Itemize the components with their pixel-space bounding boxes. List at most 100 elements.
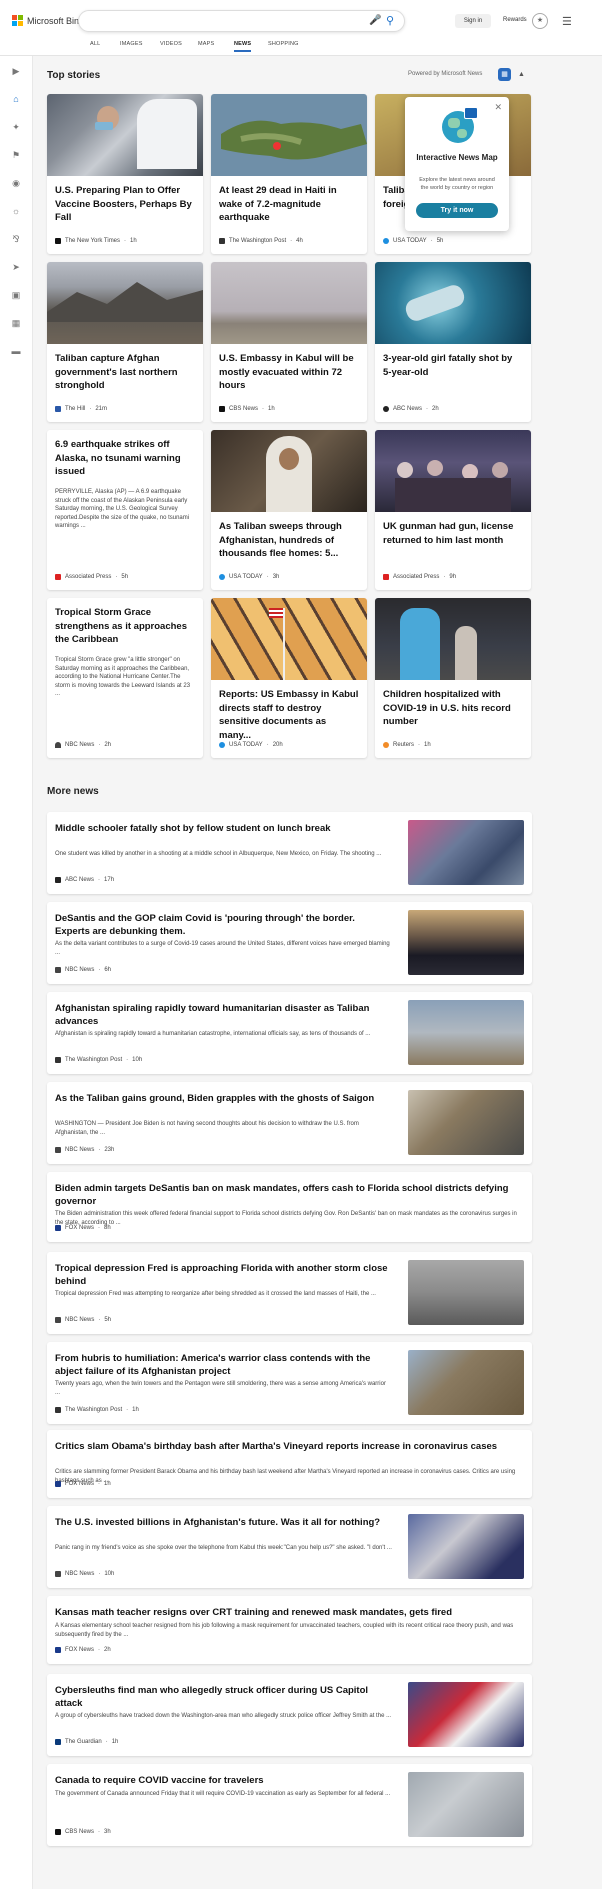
card-icon[interactable]: ▬ <box>10 346 22 356</box>
news-item-title[interactable]: As the Taliban gains ground, Biden grapp… <box>55 1092 392 1105</box>
flag-icon[interactable]: ⚑ <box>10 150 22 161</box>
news-item-image[interactable] <box>408 1682 524 1747</box>
rewards-link[interactable]: Rewards <box>503 17 527 23</box>
news-item-image[interactable] <box>408 910 524 975</box>
home-icon[interactable]: ⌂ <box>10 94 22 104</box>
story-image <box>211 598 367 680</box>
news-item-image[interactable] <box>408 1000 524 1065</box>
building-icon[interactable]: ▦ <box>10 318 22 329</box>
story-image <box>47 94 203 176</box>
news-list-item[interactable]: DeSantis and the GOP claim Covid is 'pou… <box>47 902 532 984</box>
story-card[interactable]: Reports: US Embassy in Kabul directs sta… <box>211 598 367 758</box>
news-list-item[interactable]: Critics slam Obama's birthday bash after… <box>47 1430 532 1498</box>
news-item-title[interactable]: Kansas math teacher resigns over CRT tra… <box>55 1606 520 1619</box>
story-image <box>47 262 203 344</box>
try-it-now-button[interactable]: Try it now <box>416 203 498 218</box>
globe-icon[interactable]: ☼ <box>10 206 22 216</box>
expand-chevron-icon[interactable]: ▶ <box>10 66 22 77</box>
globe-map-icon <box>442 107 478 143</box>
news-list-item[interactable]: Cybersleuths find man who allegedly stru… <box>47 1674 532 1756</box>
close-icon[interactable]: ✕ <box>494 102 502 113</box>
location-pin-icon[interactable]: ◉ <box>10 178 22 189</box>
news-item-title[interactable]: Cybersleuths find man who allegedly stru… <box>55 1684 392 1710</box>
news-item-title[interactable]: DeSantis and the GOP claim Covid is 'pou… <box>55 912 392 938</box>
microphone-icon[interactable]: 🎤 <box>369 15 381 26</box>
story-title[interactable]: UK gunman had gun, license returned to h… <box>383 520 523 547</box>
story-card[interactable]: As Taliban sweeps through Afghanistan, h… <box>211 430 367 590</box>
news-list-item[interactable]: Canada to require COVID vaccine for trav… <box>47 1764 532 1846</box>
hamburger-menu-icon[interactable]: ☰ <box>562 15 572 28</box>
story-card[interactable]: 6.9 earthquake strikes off Alaska, no ts… <box>47 430 203 590</box>
search-input[interactable]: 🎤 ⚲ <box>78 10 405 32</box>
story-card[interactable]: Tropical Storm Grace strengthens as it a… <box>47 598 203 758</box>
story-card[interactable]: 3-year-old girl fatally shot by 5-year-o… <box>375 262 531 422</box>
news-item-image[interactable] <box>408 820 524 885</box>
tab-videos[interactable]: VIDEOS <box>160 41 182 47</box>
news-item-title[interactable]: Middle schooler fatally shot by fellow s… <box>55 822 392 835</box>
news-item-title[interactable]: Biden admin targets DeSantis ban on mask… <box>55 1182 520 1208</box>
news-item-image[interactable] <box>408 1090 524 1155</box>
tab-maps[interactable]: MAPS <box>198 41 214 47</box>
tab-news[interactable]: NEWS <box>234 41 252 52</box>
story-card[interactable]: U.S. Embassy in Kabul will be mostly eva… <box>211 262 367 422</box>
news-item-title[interactable]: Afghanistan spiraling rapidly toward hum… <box>55 1002 392 1028</box>
story-card[interactable]: At least 29 dead in Haiti in wake of 7.2… <box>211 94 367 254</box>
story-source: USA TODAY · 5h <box>383 238 443 244</box>
story-card[interactable]: Taliban capture Afghan government's last… <box>47 262 203 422</box>
source-logo-icon <box>55 1829 61 1835</box>
microscope-icon[interactable]: ⅋ <box>10 234 22 245</box>
news-item-title[interactable]: Tropical depression Fred is approaching … <box>55 1262 392 1288</box>
news-list-item[interactable]: Tropical depression Fred is approaching … <box>47 1252 532 1334</box>
bing-logo[interactable]: Microsoft Bing <box>12 15 84 26</box>
rocket-icon[interactable]: ➤ <box>10 262 22 273</box>
sign-in-button[interactable]: Sign in <box>455 14 491 28</box>
story-title[interactable]: U.S. Preparing Plan to Offer Vaccine Boo… <box>55 184 195 225</box>
story-title[interactable]: At least 29 dead in Haiti in wake of 7.2… <box>219 184 359 225</box>
source-logo-icon <box>219 574 225 580</box>
source-logo-icon <box>55 1147 61 1153</box>
story-snippet: PERRYVILLE, Alaska (AP) — A 6.9 earthqua… <box>55 489 190 530</box>
grid-view-icon[interactable]: ▦ <box>498 68 511 81</box>
story-title[interactable]: Taliban capture Afghan government's last… <box>55 352 195 393</box>
news-item-image[interactable] <box>408 1260 524 1325</box>
story-card[interactable]: UK gunman had gun, license returned to h… <box>375 430 531 590</box>
map-view-icon[interactable]: ▲ <box>515 68 528 81</box>
news-item-image[interactable] <box>408 1772 524 1837</box>
story-title[interactable]: 6.9 earthquake strikes off Alaska, no ts… <box>55 438 195 479</box>
story-title[interactable]: U.S. Embassy in Kabul will be mostly eva… <box>219 352 359 393</box>
search-icon[interactable]: ⚲ <box>386 14 394 27</box>
story-title[interactable]: Children hospitalized with COVID-19 in U… <box>383 688 523 729</box>
source-logo-icon <box>55 1057 61 1063</box>
news-item-title[interactable]: From hubris to humiliation: America's wa… <box>55 1352 392 1378</box>
story-source: Associated Press · 9h <box>383 574 456 580</box>
story-card[interactable]: U.S. Preparing Plan to Offer Vaccine Boo… <box>47 94 203 254</box>
news-list-item[interactable]: From hubris to humiliation: America's wa… <box>47 1342 532 1424</box>
news-list-item[interactable]: As the Taliban gains ground, Biden grapp… <box>47 1082 532 1164</box>
news-item-source: The Washington Post · 1h <box>55 1407 139 1413</box>
news-item-title[interactable]: The U.S. invested billions in Afghanista… <box>55 1516 392 1529</box>
rewards-trophy-icon[interactable]: ★ <box>532 13 548 29</box>
tab-images[interactable]: IMAGES <box>120 41 143 47</box>
film-icon[interactable]: ▣ <box>10 290 22 301</box>
tools-icon[interactable]: ✦ <box>10 122 22 133</box>
news-list-item[interactable]: The U.S. invested billions in Afghanista… <box>47 1506 532 1588</box>
news-list-item[interactable]: Biden admin targets DeSantis ban on mask… <box>47 1172 532 1242</box>
story-image <box>211 94 367 176</box>
news-item-image[interactable] <box>408 1514 524 1579</box>
news-list-item[interactable]: Middle schooler fatally shot by fellow s… <box>47 812 532 894</box>
news-item-title[interactable]: Critics slam Obama's birthday bash after… <box>55 1440 520 1453</box>
news-item-title[interactable]: Canada to require COVID vaccine for trav… <box>55 1774 392 1787</box>
story-title[interactable]: 3-year-old girl fatally shot by 5-year-o… <box>383 352 523 379</box>
tab-all[interactable]: ALL <box>90 41 100 47</box>
news-list-item[interactable]: Afghanistan spiraling rapidly toward hum… <box>47 992 532 1074</box>
story-title[interactable]: Reports: US Embassy in Kabul directs sta… <box>219 688 359 742</box>
source-logo-icon <box>55 1225 61 1231</box>
tab-shopping[interactable]: SHOPPING <box>268 41 299 47</box>
news-item-image[interactable] <box>408 1350 524 1415</box>
story-title[interactable]: Tropical Storm Grace strengthens as it a… <box>55 606 195 647</box>
story-card[interactable]: Children hospitalized with COVID-19 in U… <box>375 598 531 758</box>
story-title[interactable]: As Taliban sweeps through Afghanistan, h… <box>219 520 359 561</box>
category-sidebar: ▶ ⌂ ✦ ⚑ ◉ ☼ ⅋ ➤ ▣ ▦ ▬ <box>0 56 33 1889</box>
story-source: The New York Times · 1h <box>55 238 137 244</box>
news-list-item[interactable]: Kansas math teacher resigns over CRT tra… <box>47 1596 532 1664</box>
